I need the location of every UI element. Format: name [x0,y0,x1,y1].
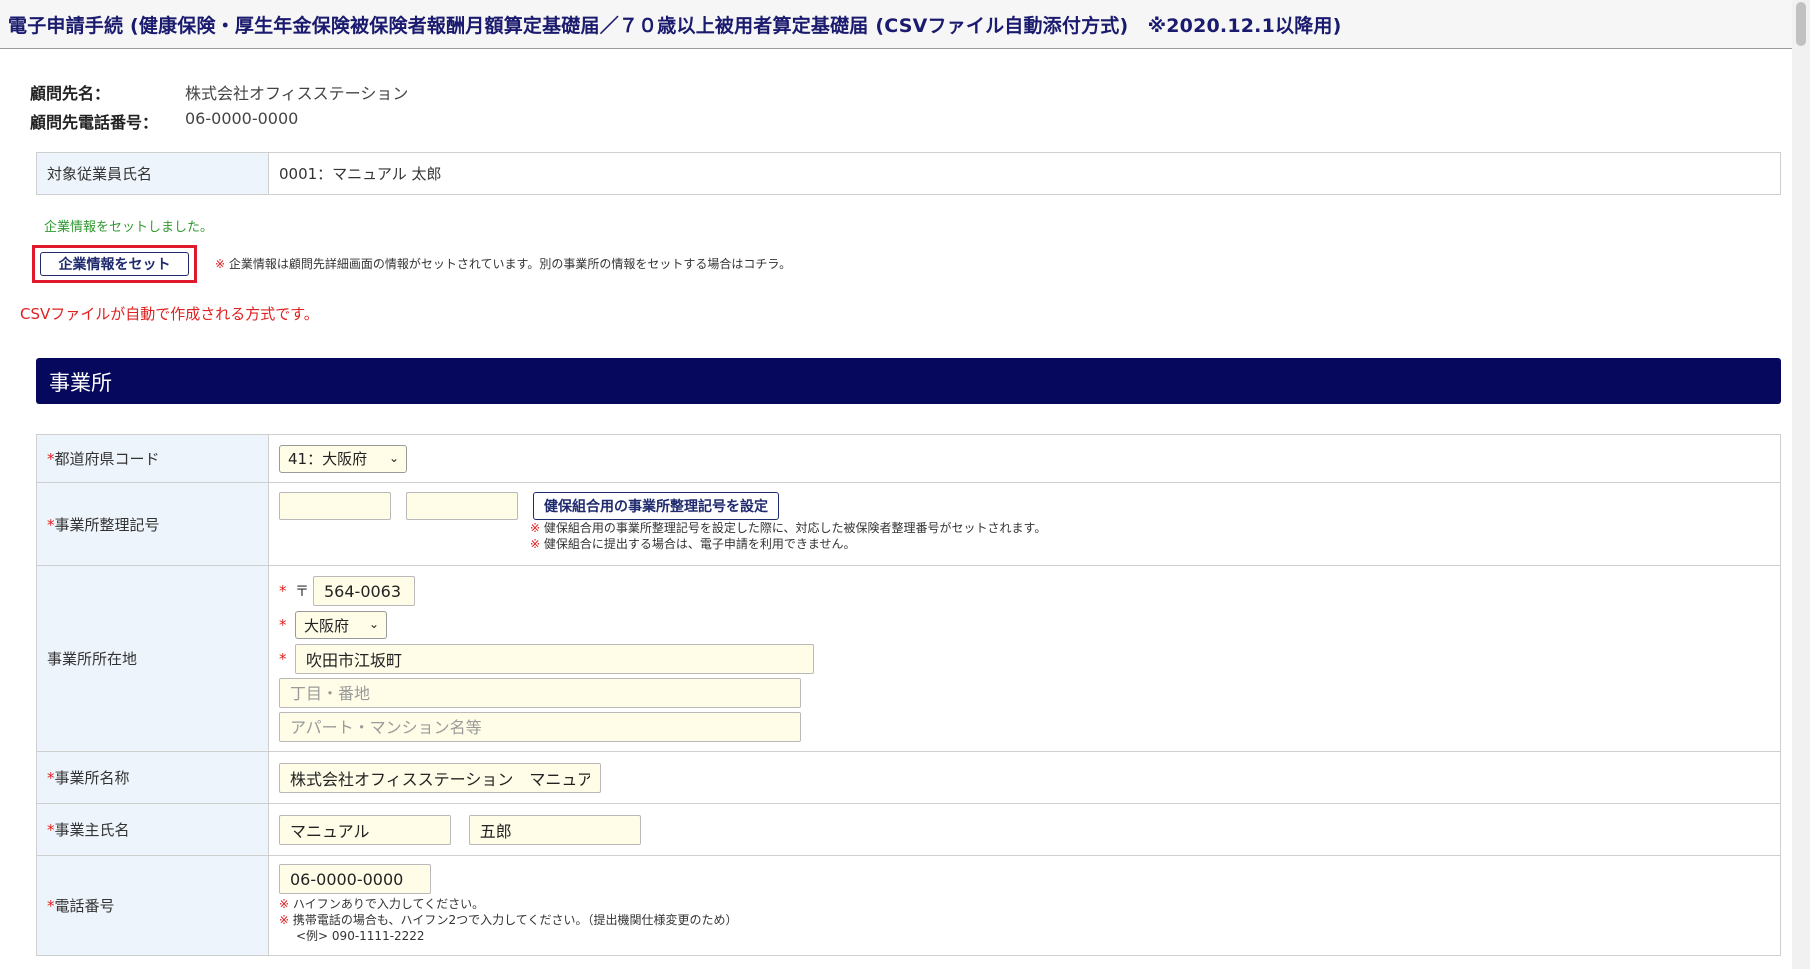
office-number-note-2: 健保組合に提出する場合は、電子申請を利用できません。 [543,537,856,551]
note-mark: ※ [279,897,290,911]
owner-first-name-input[interactable] [468,814,641,845]
note-mark: ※ [215,257,226,271]
phone-label: *電話番号 [36,855,269,956]
required-mark: * [47,769,55,787]
company-set-success: 企業情報をセットしました。 [44,220,214,235]
office-number-note-1: 健保組合用の事業所整理記号を設定した際に、対応した被保険者整理番号がセットされま… [543,521,1047,535]
address-prefecture-select[interactable]: 大阪府 ⌄ [295,611,387,639]
employee-label: 対象従業員氏名 [36,152,269,195]
row-phone: *電話番号 ※ ハイフンありで入力してください。 ※ 携帯電話の場合も、ハイフン… [36,855,1781,956]
required-mark: * [47,897,55,915]
owner-name-label: *事業主氏名 [36,803,269,856]
phone-note-1: ハイフンありで入力してください。 [292,897,485,911]
row-prefecture-code: *都道府県コード 41：大阪府 ⌄ [36,434,1781,483]
client-info: 顧問先名： 株式会社オフィスステーション 顧問先電話番号： 06-0000-00… [30,80,408,138]
prefecture-code-select[interactable]: 41：大阪府 ⌄ [279,444,407,473]
note-mark: ※ [530,521,541,535]
company-set-button[interactable]: 企業情報をセット [40,252,189,276]
required-mark: * [279,582,287,600]
client-name-value: 株式会社オフィスステーション [185,84,409,103]
note-mark: ※ [530,537,541,551]
owner-last-name-input[interactable] [279,814,451,845]
employee-value: 0001：マニュアル 太郎 [268,152,1781,195]
client-name-label: 顧問先名： [30,84,111,103]
phone-input[interactable] [279,864,431,894]
set-union-office-number-button[interactable]: 健保組合用の事業所整理記号を設定 [533,492,779,520]
block-address-input[interactable] [279,678,801,708]
office-number-field-1[interactable] [279,492,391,520]
address-prefecture-selected: 大阪府 [304,616,350,635]
note-mark: ※ [279,913,290,927]
row-office-number: *事業所整理記号 健保組合用の事業所整理記号を設定 ※ 健保組合用の事業所整理記… [36,482,1781,566]
vertical-scrollbar[interactable] [1792,0,1810,969]
section-title: 事業所 [49,371,112,395]
office-number-label: *事業所整理記号 [36,482,269,566]
chevron-down-icon: ⌄ [368,617,379,631]
required-mark: * [47,450,55,468]
office-address-label: 事業所所在地 [36,565,269,752]
row-owner-name: *事業主氏名 [36,803,1781,856]
company-set-note: ※ 企業情報は顧問先詳細画面の情報がセットされています。別の事業所の情報をセット… [215,255,791,272]
city-input[interactable] [295,644,814,674]
row-office-address: 事業所所在地 * 〒 * 大阪府 ⌄ * [36,565,1781,752]
company-set-highlight: 企業情報をセット [32,245,197,283]
postal-code-input[interactable] [313,576,415,606]
required-mark: * [47,515,55,534]
phone-note-2: 携帯電話の場合も、ハイフン2つで入力してください。（提出機関仕様変更のため） [292,913,738,927]
required-mark: * [279,650,287,668]
prefecture-code-selected: 41：大阪府 [288,450,368,468]
client-phone-label: 顧問先電話番号： [30,113,159,132]
required-mark: * [279,616,287,634]
chevron-down-icon: ⌄ [388,450,399,465]
company-set-note-text: 企業情報は顧問先詳細画面の情報がセットされています。別の事業所の情報をセットする… [228,257,792,271]
section-header-office: 事業所 [36,358,1781,404]
office-form: *都道府県コード 41：大阪府 ⌄ *事業所整理記号 健保組合用の事業所整理記号… [36,434,1781,956]
title-bar: 電子申請手続 (健康保険・厚生年金保険被保険者報酬月額算定基礎届／７０歳以上被用… [0,0,1792,49]
office-number-field-2[interactable] [406,492,518,520]
office-name-label: *事業所名称 [36,751,269,804]
employee-table: 対象従業員氏名 0001：マニュアル 太郎 [36,152,1781,195]
building-input[interactable] [279,712,801,742]
row-office-name: *事業所名称 [36,751,1781,804]
office-name-input[interactable] [279,762,601,793]
csv-notice: CSVファイルが自動で作成される方式です。 [20,305,319,323]
postal-mark: 〒 [295,584,309,600]
client-phone-value: 06-0000-0000 [185,109,299,128]
required-mark: * [47,821,55,839]
page-title: 電子申請手続 (健康保険・厚生年金保険被保険者報酬月額算定基礎届／７０歳以上被用… [8,15,1342,37]
prefecture-code-label: *都道府県コード [36,434,269,483]
phone-example: <例> 090-1111-2222 [296,929,425,943]
scrollbar-thumb[interactable] [1796,2,1806,46]
